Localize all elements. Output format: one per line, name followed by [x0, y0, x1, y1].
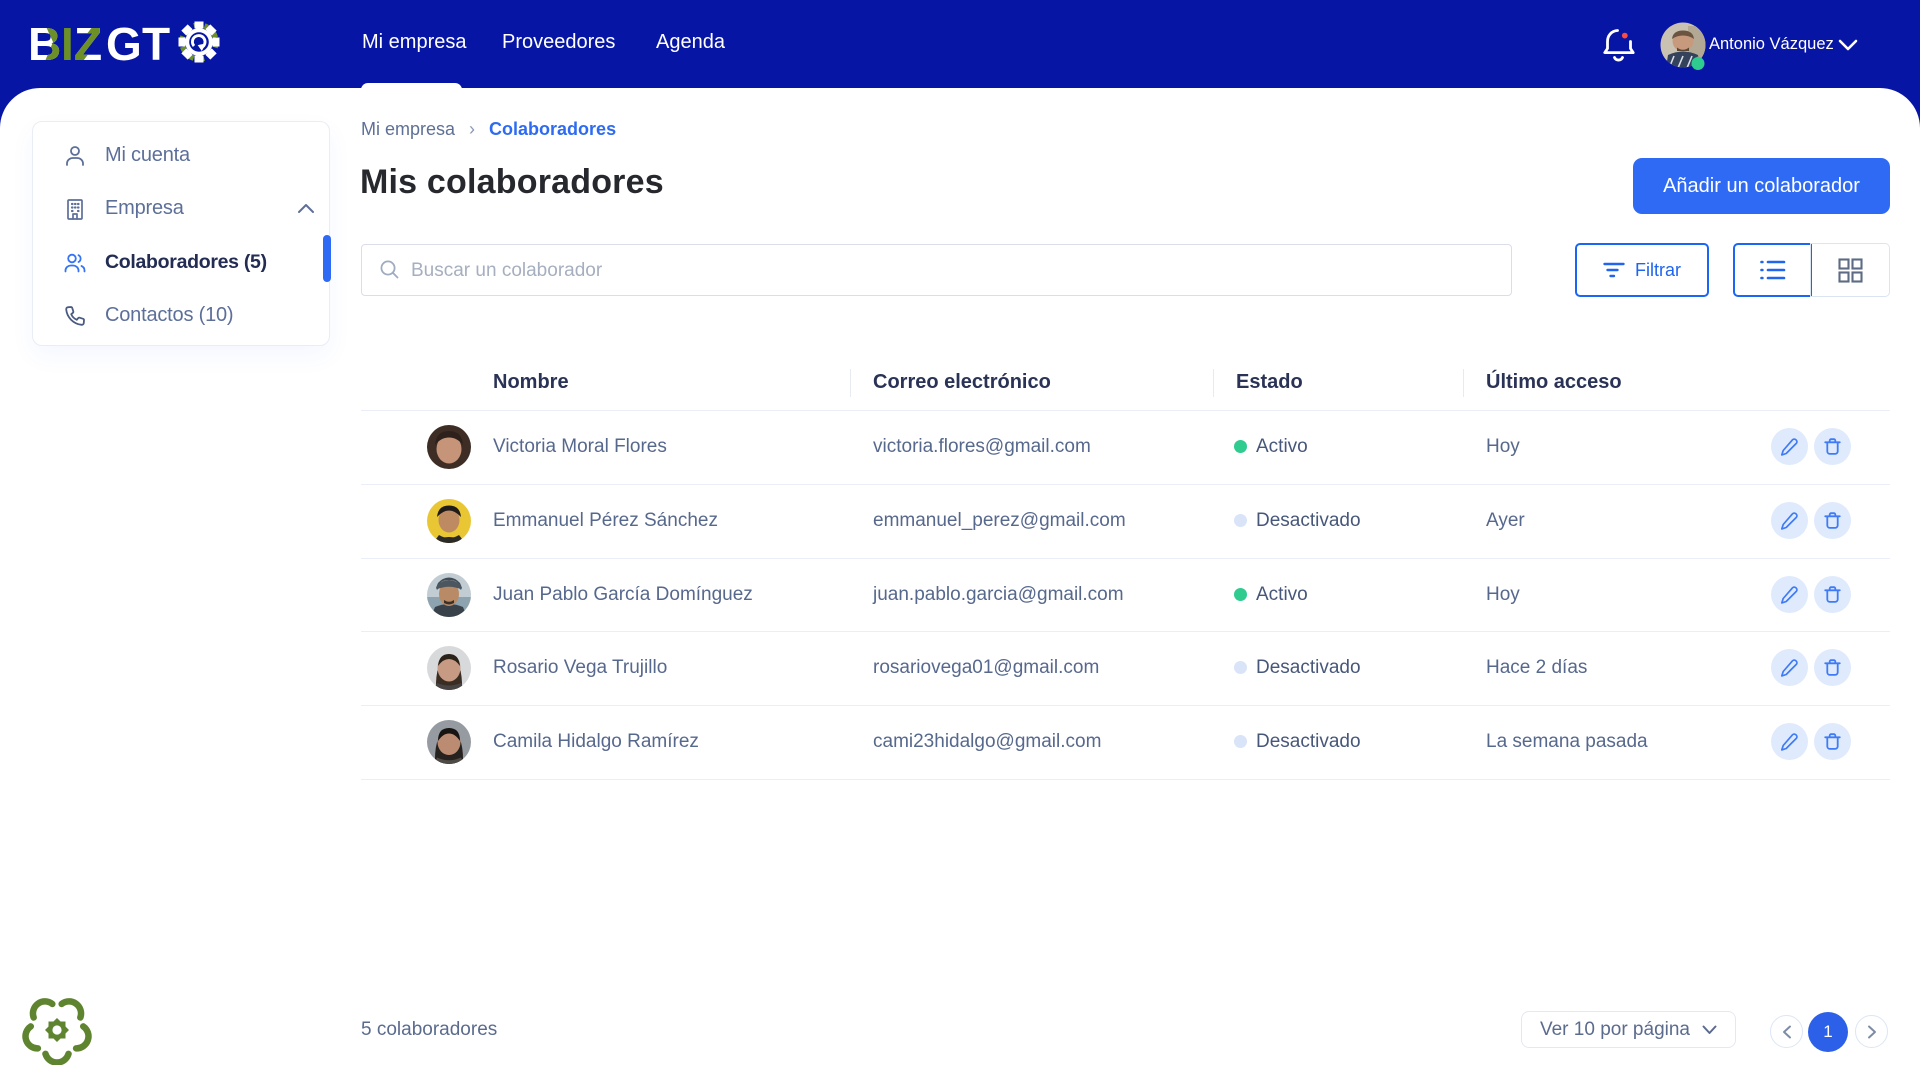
- svg-text:G: G: [106, 20, 142, 66]
- svg-text:T: T: [142, 20, 170, 66]
- svg-text:I: I: [61, 20, 74, 66]
